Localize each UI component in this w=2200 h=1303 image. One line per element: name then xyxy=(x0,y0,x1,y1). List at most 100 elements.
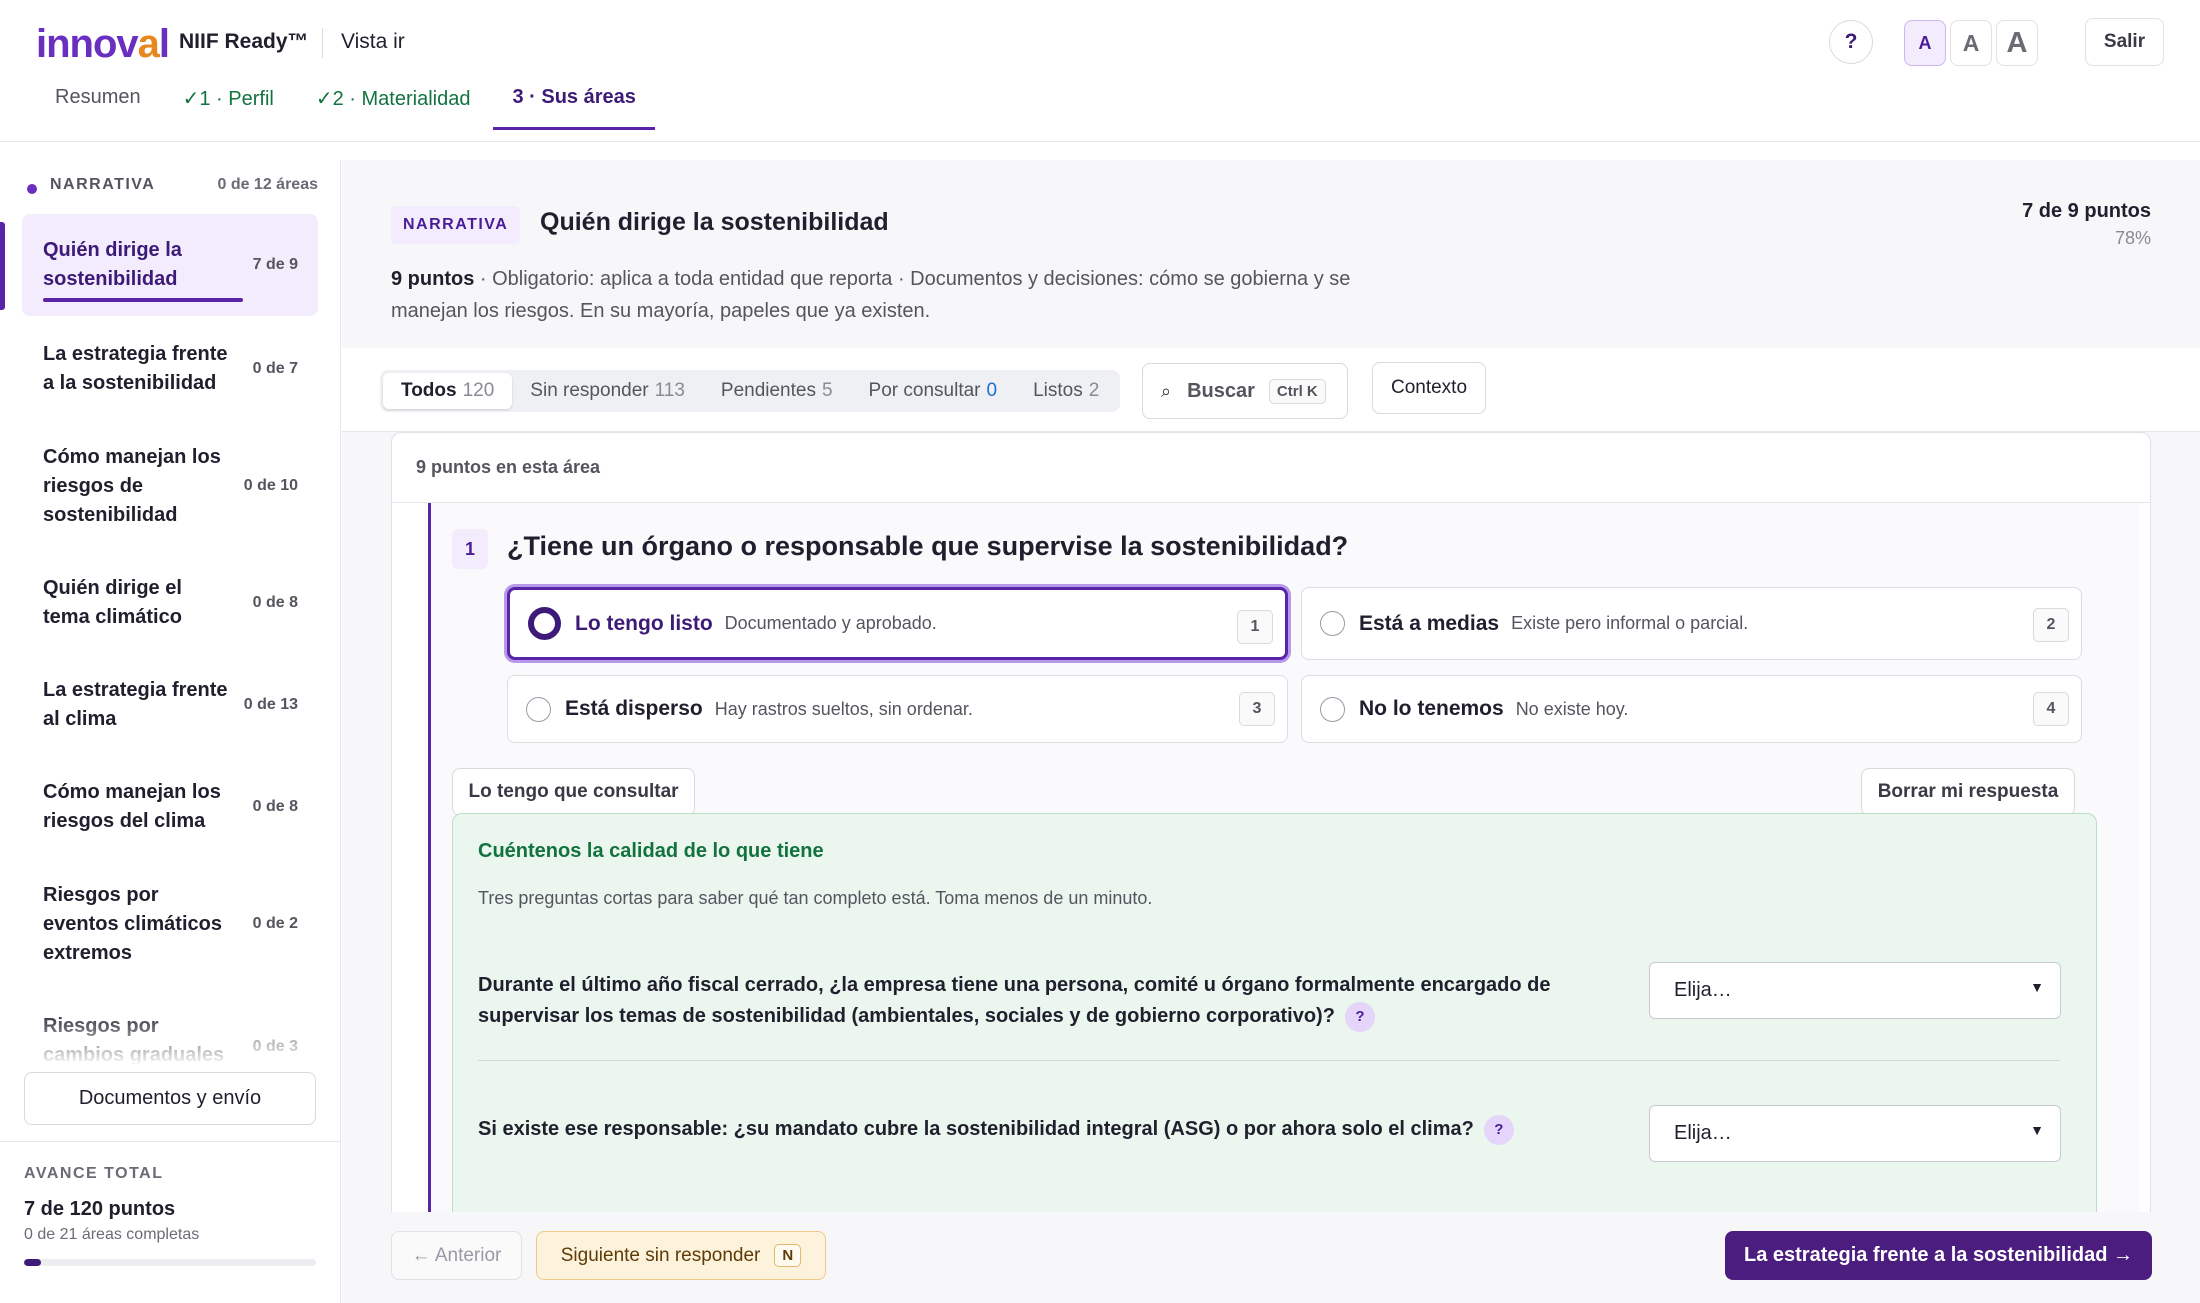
sidebar-item-climate-strategy[interactable]: La estrategia frente al clima 0 de 13 xyxy=(22,654,318,756)
sidebar-item-count: 0 de 7 xyxy=(252,360,298,377)
quality-question-text: Durante el último año fiscal cerrado, ¿l… xyxy=(478,974,1551,1027)
context-button[interactable]: Contexto xyxy=(1372,362,1486,414)
filter-count: 5 xyxy=(821,380,833,401)
option-partial[interactable]: Está a medias Existe pero informal o par… xyxy=(1301,587,2082,660)
filter-label: Todos xyxy=(401,380,457,401)
sidebar-item-count: 0 de 8 xyxy=(252,594,298,611)
filter-to-consult[interactable]: Por consultar 0 xyxy=(851,373,1016,409)
select-value: Elija… xyxy=(1674,1122,1732,1144)
filter-count: 113 xyxy=(654,380,685,401)
sidebar-section-header: NARRATIVA 0 de 12 áreas xyxy=(26,176,318,200)
filter-label: Pendientes xyxy=(720,380,816,401)
next-unanswered-shortcut: N xyxy=(774,1244,802,1267)
option-hint: Documentado y aprobado. xyxy=(724,613,937,633)
next-area-button[interactable]: La estrategia frente a la sostenibilidad… xyxy=(1725,1231,2152,1280)
previous-button[interactable]: ← Anterior xyxy=(391,1231,522,1280)
product-name: NIIF Ready™ xyxy=(179,30,309,53)
question-block: 1 ¿Tiene un órgano o responsable que sup… xyxy=(428,503,2139,1303)
option-name: No lo tenemos xyxy=(1359,697,1504,720)
tab-your-areas[interactable]: 3 · Sus áreas xyxy=(493,80,655,130)
filters-bar: Todos 120 Sin responder 113 Pendientes 5 Po… xyxy=(342,348,2200,432)
filter-pending[interactable]: Pendientes 5 xyxy=(703,373,851,409)
total-progress-value: 7 de 120 puntos xyxy=(24,1198,176,1220)
option-hint: Existe pero informal o parcial. xyxy=(1511,613,1749,633)
quality-question-2: Si existe ese responsable: ¿su mandato c… xyxy=(478,1114,1568,1145)
sidebar-item-strategy[interactable]: La estrategia frente a la sostenibilidad… xyxy=(22,318,318,420)
sidebar-section-title: NARRATIVA xyxy=(50,176,156,193)
consult-button[interactable]: Lo tengo que consultar xyxy=(452,768,695,816)
sidebar-item-label: Riesgos por cambios graduales xyxy=(43,1015,225,1064)
help-button[interactable]: ? xyxy=(1829,20,1873,64)
exit-button[interactable]: Salir xyxy=(2085,18,2164,66)
help-icon[interactable]: ? xyxy=(1344,1001,1375,1032)
option-key: 1 xyxy=(1237,610,1273,644)
sidebar-item-gradual-changes[interactable]: Riesgos por cambios graduales 0 de 3 xyxy=(22,990,318,1064)
radio-selected-icon xyxy=(528,607,561,640)
radio-icon xyxy=(526,696,551,722)
option-key: 3 xyxy=(1239,692,1275,726)
help-icon[interactable]: ? xyxy=(1483,1114,1514,1145)
filter-label: Sin responder xyxy=(530,380,649,401)
sidebar-item-label: Riesgos por eventos climáticos extremos xyxy=(43,883,222,964)
sidebar-item-count: 0 de 13 xyxy=(243,696,298,713)
sidebar-divider xyxy=(0,1141,340,1142)
innoval-logo[interactable]: innoval xyxy=(36,22,170,67)
radio-icon xyxy=(1320,611,1345,636)
sidebar-item-climate-governance[interactable]: Quién dirige el tema climático 0 de 8 xyxy=(22,552,318,654)
chevron-down-icon: ▼ xyxy=(2030,979,2044,995)
quality-description: Tres preguntas cortas para saber qué tan… xyxy=(478,888,1153,908)
tab-materiality[interactable]: ✓2 · Materialidad xyxy=(297,80,490,130)
option-hint: Hay rastros sueltos, sin ordenar. xyxy=(714,698,973,719)
sidebar-item-count: 0 de 8 xyxy=(252,798,298,815)
view-label: Vista ir xyxy=(341,30,405,53)
sidebar-item-label: La estrategia frente a la sostenibilidad xyxy=(43,343,228,394)
logo-text-end: l xyxy=(158,22,170,66)
next-unanswered-label: Siguiente sin responder xyxy=(560,1244,761,1266)
step-tabs: Resumen ✓1 · Perfil ✓2 · Materialidad 3 … xyxy=(36,80,659,130)
option-key: 4 xyxy=(2033,692,2069,726)
select-value: Elija… xyxy=(1674,979,1732,1001)
quality-select-1[interactable]: Elija… ▼ xyxy=(1649,962,2061,1019)
quality-select-2[interactable]: Elija… ▼ xyxy=(1649,1105,2061,1162)
sidebar-area-list: Quién dirige la sostenibilidad 7 de 9 La… xyxy=(0,214,340,1064)
quality-question-1: Durante el último año fiscal cerrado, ¿l… xyxy=(478,970,1568,1032)
text-size-large-button[interactable]: A xyxy=(1996,20,2038,66)
sidebar-section-count: 0 de 12 áreas xyxy=(217,176,318,193)
quality-divider xyxy=(478,1060,2060,1061)
filter-segmented-control: Todos 120 Sin responder 113 Pendientes 5 Po… xyxy=(380,370,1121,412)
sidebar-item-risk-management[interactable]: Cómo manejan los riesgos de sostenibilid… xyxy=(22,420,318,552)
question-number: 1 xyxy=(452,529,488,569)
filter-unanswered[interactable]: Sin responder 113 xyxy=(512,373,703,409)
text-size-small-button[interactable]: A xyxy=(1904,20,1946,66)
documents-button[interactable]: Documentos y envío xyxy=(24,1072,316,1125)
sidebar-item-climate-risks[interactable]: Cómo manejan los riesgos del clima 0 de … xyxy=(22,756,318,858)
option-hint: No existe hoy. xyxy=(1515,698,1629,719)
total-progress-sub: 0 de 21 áreas completas xyxy=(24,1226,200,1243)
text-size-medium-button[interactable]: A xyxy=(1950,20,1992,66)
footer-nav: ← Anterior Siguiente sin responder N La … xyxy=(342,1212,2200,1303)
header-separator xyxy=(322,28,323,58)
search-button[interactable]: ⌕ Buscar Ctrl K xyxy=(1142,363,1348,419)
option-ready[interactable]: Lo tengo listo Documentado y aprobado. 1 xyxy=(507,587,1288,660)
tab-profile[interactable]: ✓1 · Perfil xyxy=(164,80,293,130)
option-name: Lo tengo listo xyxy=(575,611,713,635)
option-none[interactable]: No lo tenemos No existe hoy. 4 xyxy=(1301,675,2082,743)
clear-answer-button[interactable]: Borrar mi respuesta xyxy=(1861,768,2075,816)
question-card: 9 puntos en esta área 1 ¿Tiene un órgano… xyxy=(391,432,2151,1303)
sidebar-item-progress xyxy=(43,298,243,302)
filter-ready[interactable]: Listos 2 xyxy=(1015,373,1117,409)
filter-label: Por consultar xyxy=(868,380,981,401)
option-scattered[interactable]: Está disperso Hay rastros sueltos, sin o… xyxy=(507,675,1288,743)
sidebar-item-label: Cómo manejan los riesgos de sostenibilid… xyxy=(43,445,221,526)
filter-all[interactable]: Todos 120 xyxy=(383,373,513,409)
total-progress-fill xyxy=(24,1259,41,1266)
tab-summary[interactable]: Resumen xyxy=(36,80,160,130)
logo-text-accent: a xyxy=(137,22,160,66)
sidebar-item-governance[interactable]: Quién dirige la sostenibilidad 7 de 9 xyxy=(22,214,318,316)
next-unanswered-button[interactable]: Siguiente sin responder N xyxy=(536,1231,826,1280)
option-name: Está a medias xyxy=(1359,611,1500,635)
sidebar-item-extreme-events[interactable]: Riesgos por eventos climáticos extremos … xyxy=(22,858,318,990)
area-percent: 78% xyxy=(2114,228,2151,248)
filter-count: 120 xyxy=(462,380,495,401)
question-title: ¿Tiene un órgano o responsable que super… xyxy=(507,531,1349,561)
